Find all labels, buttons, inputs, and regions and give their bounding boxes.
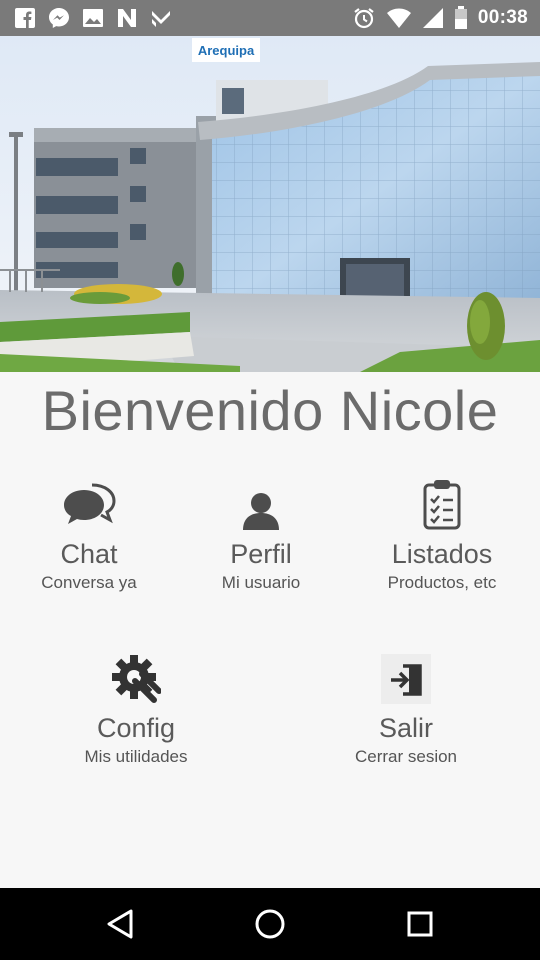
n-app-icon: [116, 7, 138, 29]
chat-title: Chat: [60, 539, 118, 569]
gallery-icon: [82, 7, 104, 29]
chat-bubbles-icon: [4, 478, 174, 530]
system-icons: 00:38: [352, 6, 528, 30]
logout-icon: [321, 652, 491, 704]
signal-icon: [422, 7, 444, 29]
config-title: Config: [96, 713, 176, 743]
menu-listados[interactable]: Listados Productos, etc: [357, 478, 527, 594]
wifi-icon: [386, 7, 412, 29]
perfil-subtitle: Mi usuario: [221, 573, 301, 592]
menu-config[interactable]: Config Mis utilidades: [51, 652, 221, 768]
notification-icons: [14, 7, 172, 29]
recents-icon: [407, 911, 433, 937]
perfil-title: Perfil: [230, 539, 292, 569]
check-app-icon: [150, 7, 172, 29]
recents-button[interactable]: [402, 906, 438, 942]
back-icon: [107, 909, 133, 939]
gear-wrench-icon: [51, 652, 221, 704]
status-time: 00:38: [477, 7, 528, 28]
config-subtitle: Mis utilidades: [84, 747, 188, 766]
menu-perfil[interactable]: Perfil Mi usuario: [176, 478, 346, 594]
listados-title: Listados: [391, 539, 493, 569]
status-bar: 00:38: [0, 0, 540, 36]
menu-salir[interactable]: Salir Cerrar sesion: [321, 652, 491, 768]
home-icon: [255, 909, 285, 939]
salir-title: Salir: [378, 713, 433, 743]
home-button[interactable]: [252, 906, 288, 942]
hero-image: Arequipa: [0, 36, 540, 372]
user-icon: [176, 478, 346, 530]
facebook-icon: [14, 7, 36, 29]
menu-chat[interactable]: Chat Conversa ya: [4, 478, 174, 594]
chat-subtitle: Conversa ya: [41, 573, 137, 592]
salir-subtitle: Cerrar sesion: [354, 747, 458, 766]
navigation-bar: [0, 888, 540, 960]
messenger-icon: [48, 7, 70, 29]
clipboard-list-icon: [357, 478, 527, 530]
listados-subtitle: Productos, etc: [387, 573, 497, 592]
battery-icon: [454, 6, 468, 30]
back-button[interactable]: [102, 906, 138, 942]
alarm-icon: [352, 6, 376, 30]
building-sign: Arequipa: [198, 43, 255, 58]
welcome-title: Bienvenido Nicole: [41, 379, 499, 442]
